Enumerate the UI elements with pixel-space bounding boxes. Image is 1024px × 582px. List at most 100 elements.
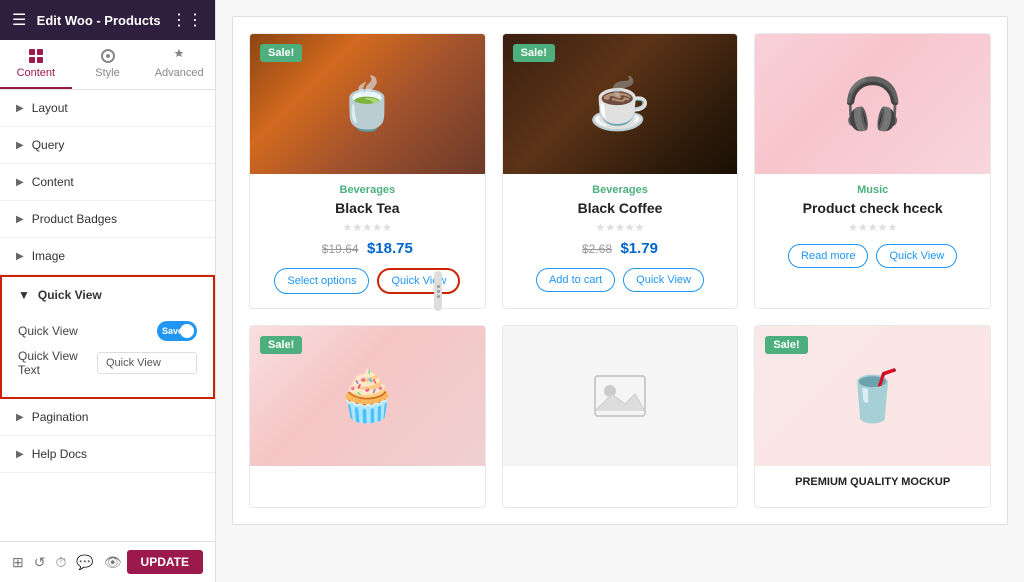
sale-badge-black-tea: Sale! <box>260 44 302 62</box>
chevron-right-icon: ▶ <box>16 214 24 225</box>
cupcake-emoji-icon: 🧁 <box>336 367 398 426</box>
headphones-emoji-icon: 🎧 <box>842 75 904 134</box>
product-card-black-coffee: ☕ Sale! Beverages Black Coffee ★★★★★ $2.… <box>502 33 739 309</box>
eye-icon[interactable]: 👁 <box>104 554 122 571</box>
sale-badge-black-coffee: Sale! <box>513 44 555 62</box>
main-content: 🍵 Sale! Beverages Black Tea ★★★★★ $19.64… <box>216 0 1024 582</box>
product-buttons-headphones: Read more Quick View <box>767 244 978 268</box>
product-card-placeholder <box>502 325 739 508</box>
undo-icon[interactable]: ↺ <box>34 554 46 571</box>
product-price-black-coffee: $2.68 $1.79 <box>515 240 726 258</box>
chevron-right-icon: ▶ <box>16 103 24 114</box>
sidebar-item-pagination-label: Pagination <box>32 410 89 424</box>
quick-view-button-headphones[interactable]: Quick View <box>876 244 957 268</box>
product-buttons-black-coffee: Add to cart Quick View <box>515 268 726 292</box>
chevron-right-icon: ▶ <box>16 449 24 460</box>
quick-view-section: ▼ Quick View Quick View Save Quick View … <box>0 275 215 399</box>
sidebar-item-pagination[interactable]: ▶ Pagination <box>0 399 215 436</box>
product-image-placeholder <box>503 326 738 466</box>
product-stars-headphones: ★★★★★ <box>767 221 978 234</box>
product-price-black-tea: $19.64 $18.75 <box>262 240 473 258</box>
resize-handle[interactable] <box>434 271 442 311</box>
sidebar-bottom: ⊞ ↺ ⏱ 💬 👁 UPDATE <box>0 541 215 582</box>
sidebar: ☰ Edit Woo - Products ⋮⋮ Content Style A… <box>0 0 216 582</box>
sidebar-bottom-icons: ⊞ ↺ ⏱ 💬 👁 <box>12 554 122 571</box>
chevron-down-icon: ▼ <box>18 288 30 302</box>
chevron-right-icon: ▶ <box>16 412 24 423</box>
tab-content-label: Content <box>17 67 56 79</box>
sale-badge-cupcake: Sale! <box>260 336 302 354</box>
tab-advanced[interactable]: Advanced <box>143 40 215 89</box>
price-old-black-tea: $19.64 <box>322 242 359 256</box>
product-stars-black-tea: ★★★★★ <box>262 221 473 234</box>
product-info-placeholder <box>503 466 738 490</box>
product-card-black-tea: 🍵 Sale! Beverages Black Tea ★★★★★ $19.64… <box>249 33 486 309</box>
product-category-black-coffee: Beverages <box>515 184 726 196</box>
sidebar-item-image[interactable]: ▶ Image <box>0 238 215 275</box>
sidebar-item-query[interactable]: ▶ Query <box>0 127 215 164</box>
tab-content[interactable]: Content <box>0 40 72 89</box>
quick-view-button-black-coffee[interactable]: Quick View <box>623 268 704 292</box>
product-card-headphones: 🎧 Music Product check hceck ★★★★★ Read m… <box>754 33 991 309</box>
sidebar-item-content-label: Content <box>32 175 74 189</box>
sidebar-item-help-docs[interactable]: ▶ Help Docs <box>0 436 215 473</box>
product-name-headphones: Product check hceck <box>767 200 978 216</box>
cup-emoji-icon: 🥤 <box>842 367 904 426</box>
sidebar-item-product-badges-label: Product Badges <box>32 212 117 226</box>
update-button[interactable]: UPDATE <box>127 550 203 574</box>
sale-badge-premium-cup: Sale! <box>765 336 807 354</box>
product-card-premium-cup: 🥤 Sale! PREMIUM QUALITY MOCKUP <box>754 325 991 508</box>
quick-view-header[interactable]: ▼ Quick View <box>2 277 213 313</box>
sidebar-item-image-label: Image <box>32 249 65 263</box>
tab-style-label: Style <box>95 67 119 79</box>
sidebar-item-layout[interactable]: ▶ Layout <box>0 90 215 127</box>
grid-icon[interactable]: ⋮⋮ <box>171 10 203 30</box>
quick-view-text-label: Quick View Text <box>18 349 97 377</box>
product-info-premium-cup: PREMIUM QUALITY MOCKUP <box>755 466 990 507</box>
read-more-button-headphones[interactable]: Read more <box>788 244 868 268</box>
product-category-headphones: Music <box>767 184 978 196</box>
hamburger-icon[interactable]: ☰ <box>12 10 26 30</box>
add-to-cart-button-black-coffee[interactable]: Add to cart <box>536 268 615 292</box>
history-icon[interactable]: ⏱ <box>55 554 66 571</box>
sidebar-item-query-label: Query <box>32 138 65 152</box>
quick-view-label: Quick View <box>38 288 102 302</box>
sidebar-item-layout-label: Layout <box>32 101 68 115</box>
sidebar-item-content[interactable]: ▶ Content <box>0 164 215 201</box>
coffee-emoji-icon: ☕ <box>589 75 651 134</box>
price-old-black-coffee: $2.68 <box>582 242 612 256</box>
sidebar-item-product-badges[interactable]: ▶ Product Badges <box>0 201 215 238</box>
select-options-button-black-tea[interactable]: Select options <box>274 268 369 294</box>
quick-view-button-black-tea[interactable]: Quick View <box>377 268 460 294</box>
product-name-premium-cup: PREMIUM QUALITY MOCKUP <box>767 476 978 488</box>
chevron-right-icon: ▶ <box>16 251 24 262</box>
sidebar-header: ☰ Edit Woo - Products ⋮⋮ <box>0 0 215 40</box>
tab-advanced-label: Advanced <box>155 67 204 79</box>
chevron-right-icon: ▶ <box>16 140 24 151</box>
layers-icon[interactable]: ⊞ <box>12 554 24 571</box>
product-info-black-tea: Beverages Black Tea ★★★★★ $19.64 $18.75 … <box>250 174 485 308</box>
price-new-black-coffee: $1.79 <box>620 240 658 257</box>
quick-view-toggle-row: Quick View Save <box>18 321 197 341</box>
quick-view-toggle[interactable]: Save <box>157 321 197 341</box>
quick-view-text-input[interactable] <box>97 352 197 374</box>
chevron-right-icon: ▶ <box>16 177 24 188</box>
quick-view-toggle-label: Quick View <box>18 324 78 338</box>
tab-style[interactable]: Style <box>72 40 144 89</box>
product-category-black-tea: Beverages <box>262 184 473 196</box>
quick-view-body: Quick View Save Quick View Text <box>2 313 213 397</box>
product-info-headphones: Music Product check hceck ★★★★★ Read mor… <box>755 174 990 282</box>
product-info-black-coffee: Beverages Black Coffee ★★★★★ $2.68 $1.79… <box>503 174 738 306</box>
quick-view-text-row: Quick View Text <box>18 349 197 377</box>
product-image-headphones: 🎧 <box>755 34 990 174</box>
product-info-cupcake <box>250 466 485 490</box>
sidebar-item-help-docs-label: Help Docs <box>32 447 87 461</box>
sidebar-title: Edit Woo - Products <box>37 13 161 28</box>
sidebar-tabs: Content Style Advanced <box>0 40 215 90</box>
products-container: 🍵 Sale! Beverages Black Tea ★★★★★ $19.64… <box>232 16 1008 525</box>
product-stars-black-coffee: ★★★★★ <box>515 221 726 234</box>
product-card-cupcake: 🧁 Sale! <box>249 325 486 508</box>
sidebar-menu: ▶ Layout ▶ Query ▶ Content ▶ Product Bad… <box>0 90 215 541</box>
tea-emoji-icon: 🍵 <box>336 75 398 134</box>
chat-icon[interactable]: 💬 <box>76 554 93 571</box>
